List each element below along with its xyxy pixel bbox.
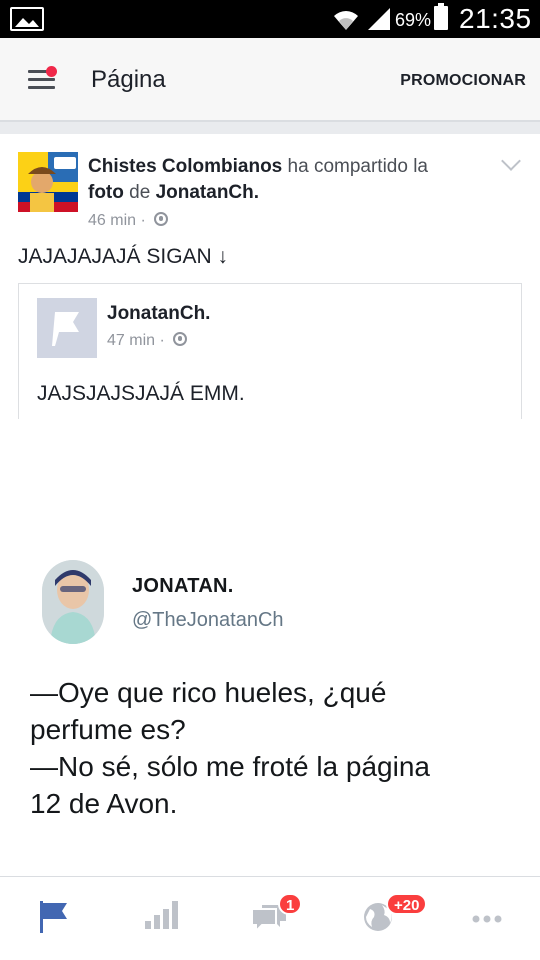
post-photo[interactable]: JONATAN. @TheJonatanCh —Oye que rico hue… (0, 419, 540, 876)
tweet-line: perfume es? (30, 714, 186, 745)
tweet-line: 12 de Avon. (30, 788, 178, 819)
tweet-line: —Oye que rico hueles, ¿qué (30, 677, 387, 708)
tweet-handle: @TheJonatanCh (132, 609, 284, 631)
shared-text: JAJSJAJSJAJÁ EMM. (37, 382, 245, 405)
post-action: ha compartido la (287, 156, 428, 177)
dot-separator: · (159, 332, 165, 349)
promote-button[interactable]: PROMOCIONAR (400, 72, 526, 90)
nav-more[interactable] (470, 897, 516, 937)
page-avatar[interactable] (18, 152, 78, 212)
more-icon (472, 915, 502, 923)
tweet-name: JONATAN. (132, 575, 234, 597)
top-app-bar: Página PROMOCIONAR (0, 38, 540, 122)
feed-divider (0, 122, 540, 134)
shared-meta: 47 min · (107, 332, 188, 350)
post-meta: 46 min · (88, 212, 169, 230)
hamburger-line (28, 78, 55, 81)
nav-pages[interactable] (37, 897, 83, 937)
gallery-icon (10, 7, 44, 31)
globe-icon (154, 212, 169, 226)
status-bar: 69% 21:35 (0, 0, 540, 38)
bottom-nav: 1 +20 (0, 876, 540, 960)
post-text: JAJAJAJAJÁ SIGAN ↓ (18, 245, 229, 268)
feed-post: Chistes Colombianos ha compartido la fot… (0, 134, 540, 423)
battery-icon (434, 3, 448, 30)
wifi-icon (334, 11, 358, 30)
nav-insights[interactable] (142, 897, 188, 937)
page-title: Página (91, 66, 166, 93)
post-object-link[interactable]: foto (88, 182, 124, 203)
post-shared-from[interactable]: JonatanCh. (156, 182, 259, 203)
menu-notification-dot (46, 66, 57, 77)
tweet-avatar (42, 560, 104, 644)
shared-author[interactable]: JonatanCh. (107, 303, 210, 325)
flag-icon (40, 901, 67, 933)
nav-messages[interactable]: 1 (250, 893, 303, 937)
clock: 21:35 (459, 3, 532, 34)
notifications-badge: +20 (386, 893, 428, 915)
nav-notifications[interactable]: +20 (360, 893, 428, 937)
hamburger-line (28, 86, 55, 89)
dot-separator: · (140, 212, 146, 229)
battery-percent: 69% (395, 10, 432, 30)
chevron-down-icon[interactable] (501, 151, 521, 171)
flag-icon (52, 312, 79, 346)
shared-author-avatar[interactable] (37, 298, 97, 358)
messages-badge: 1 (278, 893, 303, 915)
shared-timestamp[interactable]: 47 min (107, 332, 155, 349)
signal-icon (368, 8, 390, 30)
bar-chart-icon (145, 901, 178, 929)
post-timestamp[interactable]: 46 min (88, 212, 136, 229)
tweet-body: —Oye que rico hueles, ¿qué perfume es? —… (30, 674, 520, 822)
globe-icon (173, 332, 188, 346)
tweet-line: —No sé, sólo me froté la página (30, 751, 430, 782)
post-author[interactable]: Chistes Colombianos (88, 156, 282, 177)
post-header: Chistes Colombianos ha compartido la fot… (88, 154, 488, 206)
post-preposition: de (129, 182, 151, 203)
shared-post[interactable]: JonatanCh. 47 min · JAJSJAJSJAJÁ EMM. (18, 283, 522, 423)
